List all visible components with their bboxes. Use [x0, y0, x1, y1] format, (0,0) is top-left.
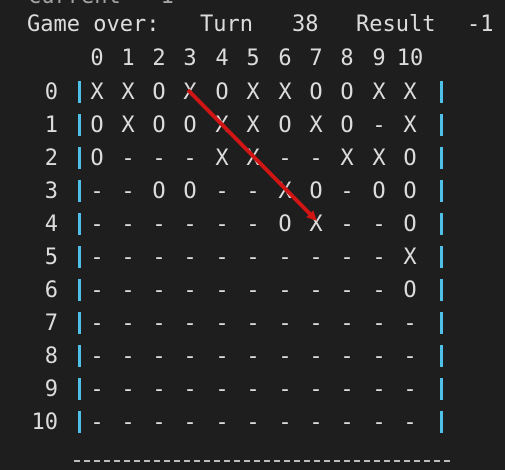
terminal-output: Current 1 Game over: Turn 38 Result -1 0… — [0, 0, 505, 470]
red-arrow-icon — [186, 88, 317, 221]
